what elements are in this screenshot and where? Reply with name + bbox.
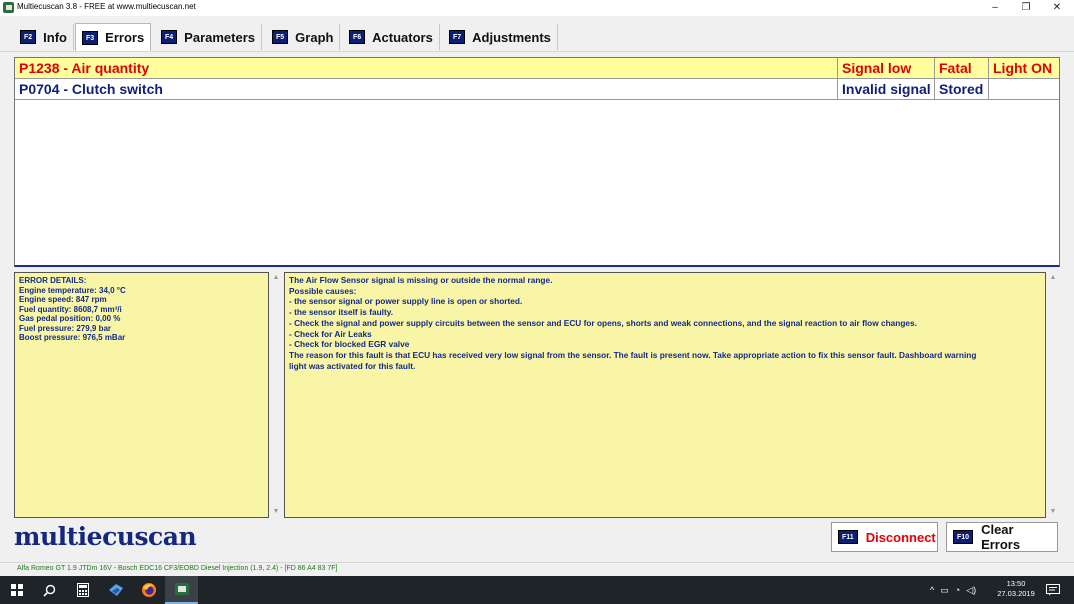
fkey-badge: F5 (272, 30, 289, 44)
disconnect-label: Disconnect (865, 529, 936, 545)
fkey-badge: F3 (82, 30, 99, 45)
error-severity: Fatal (935, 58, 989, 79)
search-icon[interactable] (33, 576, 66, 604)
error-status: Light ON (989, 58, 1059, 79)
chevron-up-icon[interactable]: ^ (930, 585, 934, 595)
fkey-badge: F4 (161, 30, 178, 44)
disconnect-button[interactable]: F11 Disconnect (831, 522, 938, 552)
restore-button[interactable]: ❐ (1011, 0, 1041, 16)
description-line: The Air Flow Sensor signal is missing or… (289, 275, 553, 285)
status-bar: Alfa Romeo GT 1.9 JTDm 16V - Bosch EDC16… (0, 562, 1074, 576)
tab-label: Actuators (372, 29, 433, 45)
volume-icon[interactable]: ◁) (966, 585, 976, 596)
description-line: - Check the signal and power supply circ… (289, 317, 917, 328)
fkey-badge: F11 (838, 530, 858, 544)
tab-graph[interactable]: F5 Graph (266, 24, 341, 50)
fkey-badge: F10 (953, 530, 974, 544)
tab-parameters[interactable]: F4 Parameters (155, 24, 262, 50)
description-line: - Check for blocked EGR valve (289, 339, 410, 350)
tab-label: Info (43, 29, 67, 45)
notification-icon[interactable] (1046, 576, 1060, 604)
fkey-badge: F2 (20, 30, 37, 44)
taskbar-clock[interactable]: 13:50 27.03.2019 (996, 579, 1036, 599)
fkey-badge: F7 (449, 30, 466, 44)
battery-icon[interactable]: ▭ (940, 585, 949, 596)
error-severity: Stored (935, 79, 989, 100)
tab-label: Adjustments (472, 29, 551, 45)
tab-bar: F2 Info F3 Errors F4 Parameters F5 Graph… (0, 20, 1074, 52)
calculator-icon[interactable] (66, 576, 99, 604)
app-icon[interactable] (99, 576, 132, 604)
app-icon (3, 2, 14, 13)
detail-line: Gas pedal position: 0,00 % (19, 314, 121, 323)
description-line: light was activated for this fault. (289, 360, 416, 371)
multiecuscan-logo: multiecuscan (14, 522, 197, 551)
tab-label: Graph (295, 29, 334, 45)
scroll-down-icon[interactable]: ▼ (1046, 506, 1060, 518)
scroll-up-icon[interactable]: ▲ (269, 272, 283, 284)
clock-time: 13:50 (1006, 579, 1026, 588)
detail-line: Engine speed: 847 rpm (19, 295, 107, 304)
windows-logo-icon (10, 584, 23, 596)
description-line: Possible causes: (289, 285, 357, 296)
start-button[interactable] (0, 576, 33, 604)
tab-label: Errors (105, 30, 145, 45)
close-button[interactable]: ✕ (1042, 0, 1072, 16)
network-icon[interactable]: ◔ (955, 585, 960, 595)
scroll-down-icon[interactable]: ▼ (269, 506, 283, 518)
error-row-stored[interactable]: P0704 - Clutch switch Invalid signal Sto… (15, 79, 1059, 100)
tab-actuators[interactable]: F6 Actuators (343, 24, 440, 50)
error-list[interactable]: P1238 - Air quantity Signal low Fatal Li… (14, 57, 1060, 267)
taskbar: ^ ▭ ◔ ◁) 13:50 27.03.2019 (0, 576, 1074, 604)
detail-line: Fuel pressure: 279,9 bar (19, 323, 112, 333)
description-line: - the sensor itself is faulty. (289, 307, 394, 318)
window-title: Multiecuscan 3.8 - FREE at www.multiecus… (17, 2, 196, 11)
error-status (989, 79, 1059, 100)
fkey-badge: F6 (349, 30, 366, 44)
clear-errors-button[interactable]: F10 Clear Errors (946, 522, 1058, 552)
detail-line: Boost pressure: 976,5 mBar (19, 333, 126, 342)
minimize-button[interactable]: – (980, 0, 1010, 16)
tab-adjustments[interactable]: F7 Adjustments (443, 24, 558, 50)
firefox-icon[interactable] (132, 576, 165, 604)
scroll-up-icon[interactable]: ▲ (1046, 272, 1060, 284)
error-description-panel[interactable]: The Air Flow Sensor signal is missing or… (284, 272, 1046, 518)
tab-errors[interactable]: F3 Errors (75, 23, 152, 51)
clear-errors-label: Clear Errors (981, 522, 1021, 552)
clock-date: 27.03.2019 (997, 589, 1035, 598)
description-line: The reason for this fault is that ECU ha… (289, 349, 977, 360)
detail-line: Engine temperature: 34,0 °C (19, 285, 126, 295)
title-bar: Multiecuscan 3.8 - FREE at www.multiecus… (0, 0, 1074, 16)
description-line: - Check for Air Leaks (289, 328, 372, 339)
error-details-panel[interactable]: ERROR DETAILS: Engine temperature: 34,0 … (14, 272, 269, 518)
tab-label: Parameters (184, 29, 255, 45)
description-scrollbar[interactable]: ▲ ▼ (1046, 272, 1060, 518)
description-line: - the sensor signal or power supply line… (289, 296, 523, 307)
error-row-active[interactable]: P1238 - Air quantity Signal low Fatal Li… (15, 58, 1059, 79)
system-tray: ^ ▭ ◔ ◁) (930, 576, 976, 604)
error-code: P1238 - Air quantity (15, 58, 838, 79)
error-type: Invalid signal (838, 79, 935, 100)
details-scrollbar[interactable]: ▲ ▼ (269, 272, 283, 518)
error-code: P0704 - Clutch switch (15, 79, 838, 100)
tab-info[interactable]: F2 Info (14, 24, 74, 50)
vehicle-info: Alfa Romeo GT 1.9 JTDm 16V - Bosch EDC16… (17, 565, 338, 572)
multiecuscan-window: Multiecuscan 3.8 - FREE at www.multiecus… (0, 0, 1074, 604)
detail-line: Fuel quantity: 8608,7 mm³/i (19, 304, 122, 314)
details-heading: ERROR DETAILS: (19, 276, 87, 285)
multiecuscan-taskbar-icon[interactable] (165, 576, 198, 604)
error-type: Signal low (838, 58, 935, 79)
